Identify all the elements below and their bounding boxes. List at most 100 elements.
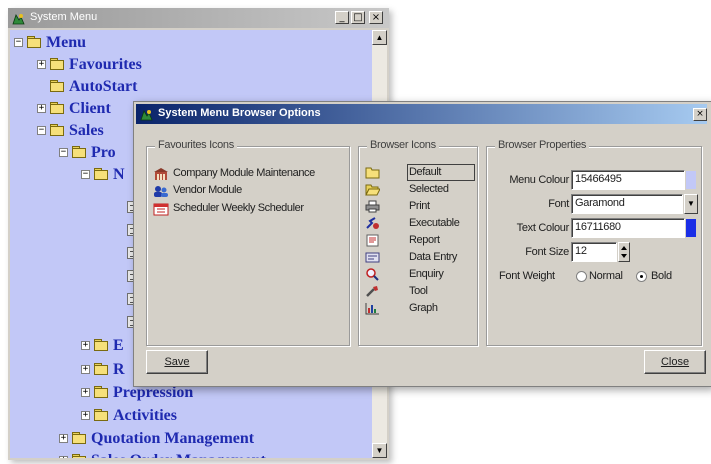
browser-icon-label: Print xyxy=(409,200,430,212)
folder-icon xyxy=(94,168,108,180)
tree-item-label: Pro xyxy=(91,144,116,161)
browser-icon-label: Report xyxy=(409,234,440,246)
tree-item-label: AutoStart xyxy=(69,78,138,95)
font-weight-normal-radio[interactable] xyxy=(576,271,587,282)
group-title: Favourites Icons xyxy=(155,139,237,151)
window-titlebar[interactable]: System Menu _ □ × xyxy=(8,8,389,28)
expand-icon[interactable]: + xyxy=(81,341,90,350)
font-weight-bold-radio[interactable] xyxy=(636,271,647,282)
browser-icon-label: Data Entry xyxy=(409,251,457,263)
browser-icon-label: Selected xyxy=(409,183,449,195)
printer-icon xyxy=(365,200,380,213)
folder-icon xyxy=(72,454,86,458)
group-title: Browser Properties xyxy=(495,139,590,151)
tree-item-label: Favourites xyxy=(69,56,142,73)
favourite-item-label: Scheduler Weekly Scheduler xyxy=(173,202,304,214)
folder-icon xyxy=(94,409,108,421)
window-title: System Menu xyxy=(30,11,98,23)
app-icon xyxy=(140,108,153,121)
selection-highlight xyxy=(407,164,475,181)
collapse-icon[interactable]: − xyxy=(37,126,46,135)
scroll-down-icon[interactable]: ▼ xyxy=(372,443,387,458)
folder-icon xyxy=(50,80,64,92)
tree-item-label: N xyxy=(113,166,125,183)
collapse-icon[interactable]: − xyxy=(59,148,68,157)
browser-icon-label: Tool xyxy=(409,285,428,297)
folder-icon xyxy=(94,386,108,398)
font-size-label: Font Size xyxy=(525,246,569,258)
font-size-field[interactable]: 12 xyxy=(571,242,617,262)
scroll-up-icon[interactable]: ▲ xyxy=(372,30,387,45)
tool-icon xyxy=(365,285,380,298)
tree-item-label: Client xyxy=(69,100,111,117)
tree-item-label: Sales xyxy=(69,122,104,139)
folder-icon xyxy=(27,36,41,48)
browser-options-dialog: System Menu Browser Options × Favourites… xyxy=(133,101,711,387)
tree-item-label: Menu xyxy=(46,34,86,51)
text-colour-swatch[interactable] xyxy=(686,219,696,237)
folder-open-icon xyxy=(365,183,381,196)
text-colour-field[interactable]: 16711680 xyxy=(571,218,685,238)
dialog-title: System Menu Browser Options xyxy=(158,107,321,119)
collapse-icon[interactable]: − xyxy=(14,38,23,47)
folder-icon xyxy=(94,363,108,375)
menu-colour-swatch[interactable] xyxy=(686,171,696,189)
graph-icon xyxy=(365,302,380,315)
expand-icon[interactable]: + xyxy=(81,388,90,397)
users-icon xyxy=(153,185,169,198)
browser-icon-label: Enquiry xyxy=(409,268,444,280)
tree-item-label: E xyxy=(113,337,124,354)
tree-item-label: R xyxy=(113,361,125,378)
expand-icon[interactable]: + xyxy=(37,60,46,69)
chevron-down-icon[interactable]: ▼ xyxy=(684,194,698,214)
text-colour-label: Text Colour xyxy=(516,222,570,234)
font-label: Font xyxy=(548,198,569,210)
group-title: Browser Icons xyxy=(367,139,439,151)
expand-icon[interactable]: + xyxy=(59,434,68,443)
data-entry-icon xyxy=(365,251,380,264)
folder-icon xyxy=(50,124,64,136)
menu-colour-label: Menu Colour xyxy=(509,174,569,186)
minimize-button[interactable]: _ xyxy=(335,11,349,24)
folder-icon xyxy=(50,58,64,70)
expand-icon[interactable]: + xyxy=(59,456,68,458)
dialog-titlebar[interactable]: System Menu Browser Options × xyxy=(136,104,707,124)
font-size-spinner[interactable] xyxy=(618,242,630,262)
close-button[interactable]: × xyxy=(369,11,383,24)
expand-icon[interactable]: + xyxy=(81,411,90,420)
tree-item-label: Activities xyxy=(113,407,177,424)
expand-icon[interactable]: + xyxy=(37,104,46,113)
browser-properties-group: Browser Properties Menu Colour 15466495 … xyxy=(486,139,702,346)
folder-icon xyxy=(72,146,86,158)
expand-icon[interactable]: + xyxy=(81,365,90,374)
font-weight-label: Font Weight xyxy=(499,270,555,282)
app-icon xyxy=(12,12,25,25)
report-icon xyxy=(365,234,380,247)
favourite-item-label: Vendor Module xyxy=(173,184,242,196)
folder-closed-icon xyxy=(365,166,380,179)
font-select[interactable]: Garamond xyxy=(571,194,683,214)
close-button[interactable]: Close xyxy=(644,350,706,374)
tree-item-label: Quotation Management xyxy=(91,430,255,447)
save-button[interactable]: Save xyxy=(146,350,208,374)
tree-item-label: Sales Order Management xyxy=(91,450,266,458)
folder-icon xyxy=(94,339,108,351)
building-icon xyxy=(153,168,169,181)
close-button-label: Close xyxy=(660,356,690,368)
favourite-item-label: Company Module Maintenance xyxy=(173,167,315,179)
browser-icon-label: Graph xyxy=(409,302,438,314)
favourites-icons-group: Favourites Icons Company Module Maintena… xyxy=(146,139,350,346)
executable-icon xyxy=(365,217,380,230)
font-weight-normal-label: Normal xyxy=(589,270,623,282)
save-button-label: Save xyxy=(164,356,190,368)
folder-icon xyxy=(72,432,86,444)
browser-icons-group: Browser Icons Default Selected Print Exe… xyxy=(358,139,478,346)
collapse-icon[interactable]: − xyxy=(81,170,90,179)
folder-icon xyxy=(50,102,64,114)
browser-icon-label: Executable xyxy=(409,217,460,229)
dialog-close-button[interactable]: × xyxy=(693,108,707,121)
menu-colour-field[interactable]: 15466495 xyxy=(571,170,685,190)
font-weight-bold-label: Bold xyxy=(651,270,672,282)
enquiry-icon xyxy=(365,268,380,281)
maximize-button[interactable]: □ xyxy=(351,11,365,24)
